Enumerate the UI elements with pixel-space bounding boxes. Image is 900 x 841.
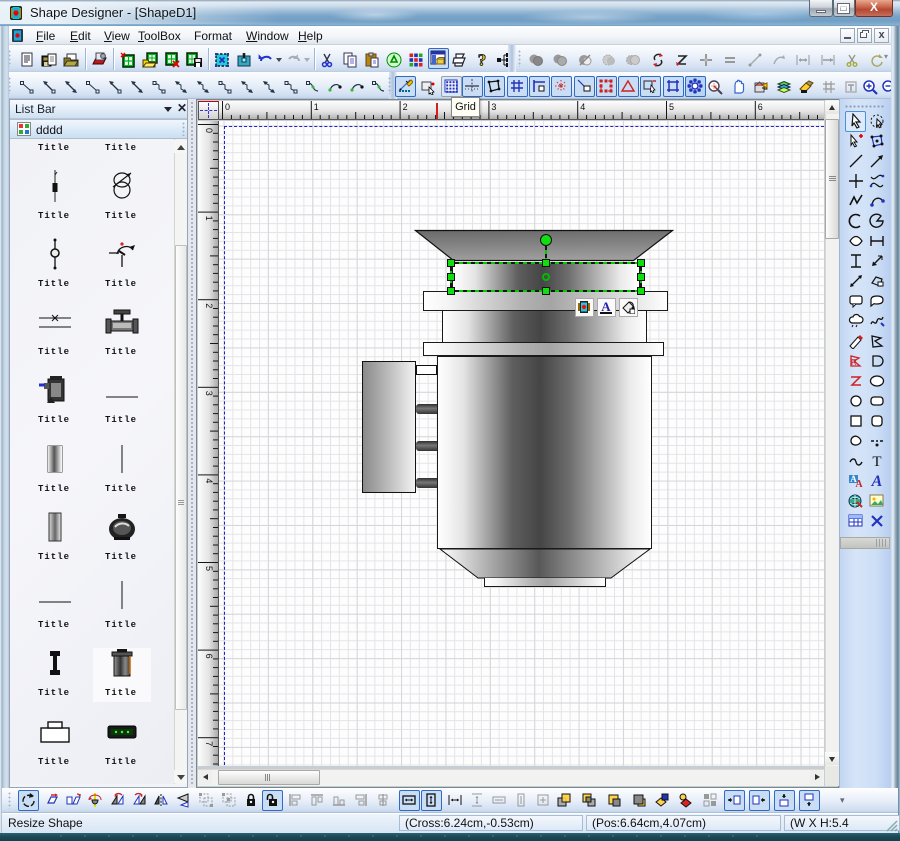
svg-text:1: 1 (314, 102, 319, 112)
svg-text:?: ? (478, 52, 487, 68)
svg-text:7: 7 (204, 741, 214, 746)
svg-text:1: 1 (204, 216, 214, 221)
svg-text:4: 4 (580, 102, 585, 112)
svg-text:5: 5 (204, 566, 214, 571)
svg-text:T: T (872, 454, 881, 469)
svg-text:0: 0 (225, 102, 230, 112)
svg-text:3: 3 (204, 391, 214, 396)
svg-text:2: 2 (204, 303, 214, 308)
svg-text:3: 3 (491, 102, 496, 112)
svg-text:A: A (871, 473, 883, 489)
svg-text:R: R (851, 358, 857, 367)
svg-text:4: 4 (204, 478, 214, 483)
svg-text:2: 2 (403, 102, 408, 112)
svg-text:5: 5 (669, 102, 674, 112)
svg-text:0: 0 (204, 128, 214, 133)
svg-text:A: A (601, 300, 611, 314)
svg-text:6: 6 (204, 654, 214, 659)
svg-text:A: A (855, 479, 863, 489)
svg-text:6: 6 (758, 102, 763, 112)
